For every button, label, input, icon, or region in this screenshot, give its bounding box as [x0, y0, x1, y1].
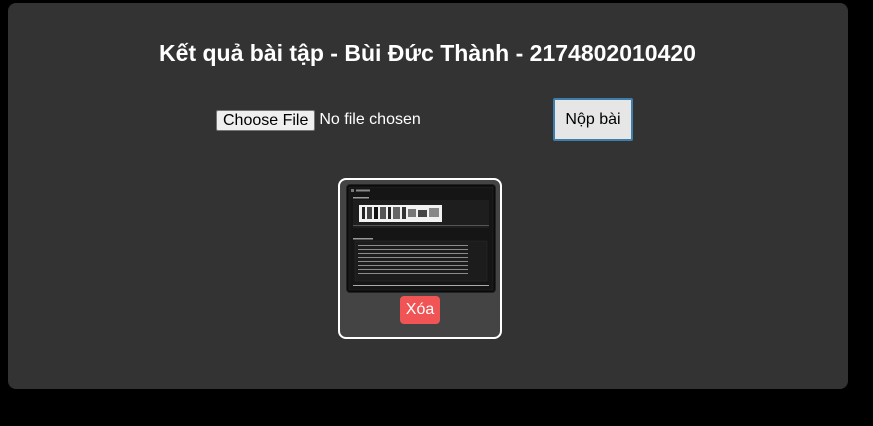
submission-card: Xóa — [338, 178, 502, 339]
page-title: Kết quả bài tập - Bùi Đức Thành - 217480… — [159, 40, 696, 66]
delete-button[interactable]: Xóa — [400, 296, 440, 324]
submission-thumbnail[interactable] — [346, 184, 496, 293]
choose-file-button[interactable]: Choose File — [216, 109, 316, 131]
thumbnail-image — [347, 185, 495, 292]
file-status-text: No file chosen — [319, 111, 421, 128]
submit-button[interactable]: Nộp bài — [553, 98, 633, 141]
file-input[interactable]: Choose File No file chosen — [216, 109, 421, 131]
